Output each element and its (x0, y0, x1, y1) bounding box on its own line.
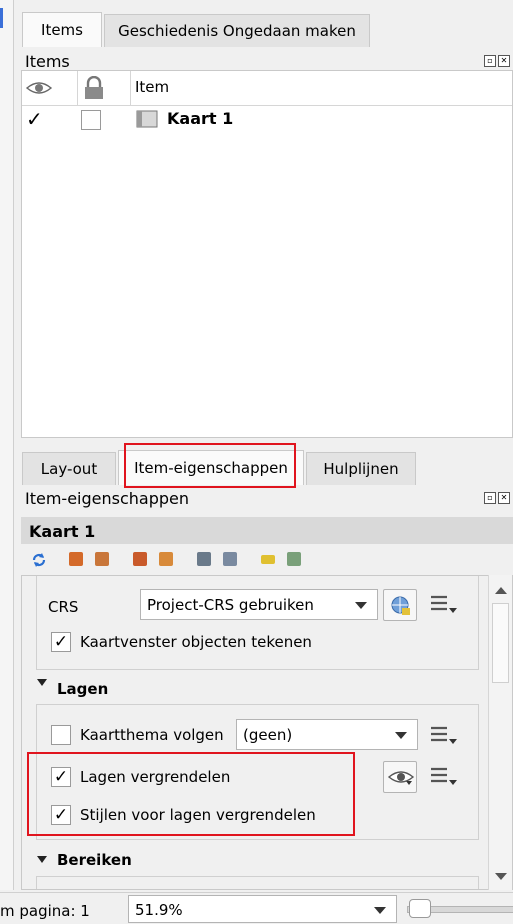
view-extent-icon[interactable] (95, 552, 109, 566)
follow-theme-label: Kaartthema volgen (80, 726, 224, 744)
draw-objects-checkbox[interactable]: ✓ (51, 632, 71, 652)
move-content-icon[interactable] (197, 552, 211, 566)
scroll-up-arrow[interactable] (495, 587, 507, 594)
zoom-select[interactable]: 51.9% (128, 895, 397, 923)
highlight-lock-box (27, 752, 355, 836)
close-icon[interactable]: ✕ (498, 55, 510, 67)
theme-select-value: (geen) (243, 726, 293, 744)
tab-layout[interactable]: Lay-out (22, 452, 116, 485)
map-item-icon (136, 110, 158, 128)
crs-label: CRS (48, 598, 79, 616)
props-dock-buttons: ▫ ✕ (484, 492, 510, 504)
data-defined-icon[interactable] (429, 594, 459, 618)
extents-group (36, 876, 479, 889)
properties-scroll-area[interactable]: CRS Project-CRS gebruiken ✓ Kaartvenster… (21, 575, 513, 890)
tab-guides-label: Hulplijnen (323, 460, 399, 478)
zoom-value: 51.9% (135, 901, 183, 919)
collapse-layers-icon[interactable] (37, 679, 47, 689)
layers-visibility-button[interactable] (383, 761, 417, 793)
scroll-down-arrow[interactable] (495, 873, 507, 880)
map-toolbar (21, 546, 513, 574)
follow-theme-checkbox[interactable] (51, 725, 71, 745)
items-header: Item (22, 71, 512, 106)
tab-history-label: Geschiedenis Ongedaan maken (118, 22, 356, 40)
highlight-tab-box (124, 443, 296, 488)
zoom-slider-handle[interactable] (409, 899, 431, 918)
main-properties-group: CRS Project-CRS gebruiken ✓ Kaartvenster… (36, 576, 479, 670)
eye-icon (26, 82, 52, 94)
items-dock-buttons: ▫ ✕ (484, 55, 510, 67)
left-edge-panel (0, 0, 14, 890)
collapse-extents-icon[interactable] (37, 856, 47, 866)
item-name-bar: Kaart 1 (21, 517, 513, 544)
refresh-icon[interactable] (31, 552, 47, 568)
scroll-thumb[interactable] (492, 603, 509, 683)
lock-data-defined-icon[interactable] (429, 766, 459, 790)
tab-layout-label: Lay-out (40, 460, 98, 478)
set-extent-icon[interactable] (69, 552, 83, 566)
draw-objects-check: ✓ (53, 632, 69, 652)
draw-objects-label: Kaartvenster objecten tekenen (80, 633, 312, 651)
eye-icon (388, 771, 414, 785)
view-scale-icon[interactable] (159, 552, 173, 566)
item-row[interactable]: ✓ Kaart 1 (22, 105, 512, 135)
layers-section-title[interactable]: Lagen (57, 680, 108, 698)
item-column-header: Item (135, 78, 170, 96)
float-icon[interactable]: ▫ (484, 492, 496, 504)
items-list[interactable]: Item ✓ Kaart 1 (21, 70, 513, 438)
selected-item-name: Kaart 1 (29, 522, 96, 541)
label-settings-icon[interactable] (261, 555, 275, 564)
properties-scrollbar[interactable] (488, 575, 512, 890)
theme-select[interactable]: (geen) (236, 719, 418, 750)
edge-indicator (0, 8, 3, 28)
page-indicator: m pagina: 1 (0, 902, 90, 920)
props-panel-title: Item-eigenschappen (25, 489, 189, 508)
close-icon[interactable]: ✕ (498, 492, 510, 504)
extents-section-title[interactable]: Bereiken (57, 851, 132, 869)
items-panel-title: Items (25, 52, 70, 71)
tab-items[interactable]: Items (22, 12, 102, 47)
float-icon[interactable]: ▫ (484, 55, 496, 67)
theme-data-defined-icon[interactable] (429, 725, 459, 749)
set-scale-icon[interactable] (133, 552, 147, 566)
crs-select-value: Project-CRS gebruiken (147, 596, 314, 614)
crs-picker-button[interactable] (383, 589, 417, 621)
crs-select[interactable]: Project-CRS gebruiken (140, 589, 378, 620)
tab-history[interactable]: Geschiedenis Ongedaan maken (104, 14, 370, 47)
lock-checkbox[interactable] (81, 110, 101, 130)
lock-icon (85, 76, 103, 99)
tab-items-label: Items (41, 21, 83, 39)
tab-guides[interactable]: Hulplijnen (306, 452, 416, 485)
visible-check[interactable]: ✓ (26, 107, 43, 131)
globe-icon (391, 596, 410, 615)
status-bar: m pagina: 1 51.9% (0, 892, 513, 924)
item-name: Kaart 1 (167, 109, 234, 128)
zoom-content-icon[interactable] (223, 552, 237, 566)
clipping-icon[interactable] (287, 552, 301, 566)
